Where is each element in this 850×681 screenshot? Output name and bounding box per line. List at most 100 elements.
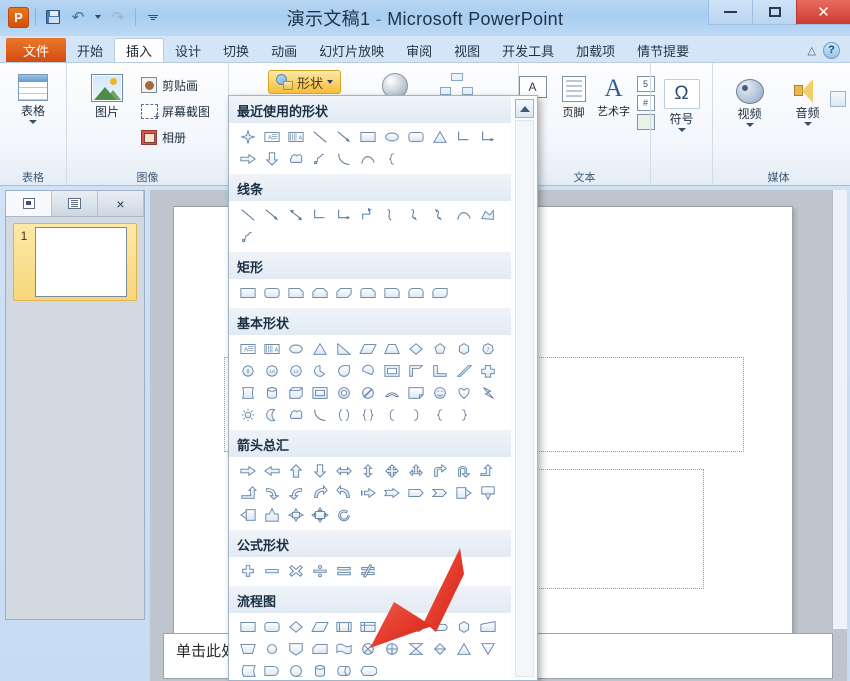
shape-flowchart-collate[interactable] xyxy=(404,638,428,660)
tab-insert[interactable]: 插入 xyxy=(114,38,164,62)
shape-plus-sign[interactable] xyxy=(236,560,260,582)
shape-bevel[interactable] xyxy=(308,382,332,404)
shape-rounded-rectangle[interactable] xyxy=(260,282,284,304)
tab-animations[interactable]: 动画 xyxy=(260,38,308,62)
shape-flowchart-manual-operation[interactable] xyxy=(236,638,260,660)
shape-decagon[interactable]: 10 xyxy=(260,360,284,382)
shape-left-brace[interactable] xyxy=(428,404,452,426)
shape-hexagon[interactable] xyxy=(452,338,476,360)
shape-u-turn-arrow[interactable] xyxy=(452,460,476,482)
shape-half-frame[interactable] xyxy=(404,360,428,382)
shape-right-bracket[interactable] xyxy=(404,404,428,426)
shape-4-point-star[interactable] xyxy=(236,126,260,148)
shape-snip-diagonal-corner-rectangle[interactable] xyxy=(332,282,356,304)
shape-folded-corner[interactable] xyxy=(404,382,428,404)
shape-flowchart-predefined-process[interactable] xyxy=(332,616,356,638)
shape-smiley-face[interactable] xyxy=(428,382,452,404)
tab-slides[interactable] xyxy=(6,191,52,216)
shape-moon[interactable] xyxy=(260,404,284,426)
ribbon-collapse-icon[interactable] xyxy=(830,91,846,107)
shape-snip-same-side-corner-rectangle[interactable] xyxy=(308,282,332,304)
shape-rounded-rectangle[interactable] xyxy=(404,126,428,148)
shape-right-brace[interactable] xyxy=(452,404,476,426)
shape-up-arrow-callout[interactable] xyxy=(260,504,284,526)
vertical-scrollbar[interactable] xyxy=(832,190,847,629)
tab-review[interactable]: 审阅 xyxy=(395,38,443,62)
shapes-button[interactable]: 形状 xyxy=(268,70,341,94)
shape-can[interactable] xyxy=(260,382,284,404)
shape-curve[interactable] xyxy=(452,204,476,226)
shape-flowchart-terminator[interactable] xyxy=(428,616,452,638)
shape-up-arrow[interactable] xyxy=(284,460,308,482)
shape-line[interactable] xyxy=(308,126,332,148)
shape-plaque[interactable] xyxy=(236,382,260,404)
picture-button[interactable]: 图片 xyxy=(78,70,136,120)
shape-diamond[interactable] xyxy=(404,338,428,360)
shape-elbow-connector[interactable] xyxy=(452,126,476,148)
shape-double-bracket[interactable] xyxy=(332,404,356,426)
shape-flowchart-decision[interactable] xyxy=(284,616,308,638)
shape-sun[interactable] xyxy=(236,404,260,426)
shape-left-bracket[interactable] xyxy=(380,404,404,426)
shape-chord[interactable] xyxy=(356,360,380,382)
chevron-down-icon[interactable] xyxy=(29,120,37,124)
dropdown-scrollbar-track[interactable] xyxy=(515,120,534,677)
shape-vertical-text-box[interactable]: A xyxy=(260,338,284,360)
wordart-button[interactable]: A 艺术字 xyxy=(597,73,631,121)
tab-storyboarding[interactable]: 情节提要 xyxy=(626,38,700,62)
shape-curved-up-arrow[interactable] xyxy=(308,482,332,504)
tab-file[interactable]: 文件 xyxy=(6,38,66,62)
chevron-down-icon[interactable] xyxy=(678,128,686,132)
shape-left-arrow-callout[interactable] xyxy=(236,504,260,526)
shape-not-equal-sign[interactable] xyxy=(356,560,380,582)
shape-left-brace[interactable] xyxy=(380,148,404,170)
shape-elbow-arrow[interactable] xyxy=(332,204,356,226)
shape-curve[interactable] xyxy=(356,148,380,170)
shape-rectangle[interactable] xyxy=(356,126,380,148)
header-footer-button[interactable]: 页脚 xyxy=(557,73,591,120)
shape-diagonal-stripe[interactable] xyxy=(452,360,476,382)
shape-minus-sign[interactable] xyxy=(260,560,284,582)
tab-transitions[interactable]: 切换 xyxy=(212,38,260,62)
chevron-down-icon[interactable] xyxy=(327,80,333,84)
shape-snip-and-round-single-corner-rectangle[interactable] xyxy=(356,282,380,304)
shape-round-diagonal-corner-rectangle[interactable] xyxy=(428,282,452,304)
tab-design[interactable]: 设计 xyxy=(164,38,212,62)
shape-left-up-arrow[interactable] xyxy=(476,460,500,482)
shape-curved-right-arrow[interactable] xyxy=(260,482,284,504)
tab-developer[interactable]: 开发工具 xyxy=(491,38,565,62)
shape-flowchart-off-page-connector[interactable] xyxy=(284,638,308,660)
shape-cross-arrow-callout[interactable] xyxy=(284,504,308,526)
shape-vertical-text-box[interactable]: A xyxy=(284,126,308,148)
shape-right-triangle[interactable] xyxy=(332,338,356,360)
shape-rectangle[interactable] xyxy=(236,282,260,304)
shape-isosceles-triangle[interactable] xyxy=(428,126,452,148)
shape-right-arrow-callout[interactable] xyxy=(452,482,476,504)
screenshot-button[interactable]: 屏幕截图 xyxy=(138,98,217,124)
chevron-down-icon[interactable] xyxy=(804,122,812,126)
shape-pentagon-arrow[interactable] xyxy=(404,482,428,504)
audio-button[interactable]: 音频 xyxy=(785,75,831,126)
shape-frame[interactable] xyxy=(380,360,404,382)
shape-l-shape[interactable] xyxy=(428,360,452,382)
shape-parallelogram[interactable] xyxy=(356,338,380,360)
shape-flowchart-display[interactable] xyxy=(356,660,380,681)
shape-flowchart-internal-storage[interactable] xyxy=(356,616,380,638)
shape-scribble[interactable] xyxy=(308,148,332,170)
symbol-button[interactable]: Ω 符号 xyxy=(657,75,707,132)
shape-line[interactable] xyxy=(236,204,260,226)
close-button[interactable]: ✕ xyxy=(796,0,850,25)
shape-dodecagon[interactable]: 12 xyxy=(284,360,308,382)
shape-heart[interactable] xyxy=(452,382,476,404)
video-button[interactable]: 视频 xyxy=(727,75,773,127)
shape-left-right-up-arrow[interactable] xyxy=(404,460,428,482)
shape-curved-arrow-connector[interactable] xyxy=(404,204,428,226)
photo-album-button[interactable]: 相册 xyxy=(138,124,217,150)
shape-left-right-arrow[interactable] xyxy=(332,460,356,482)
collapse-ribbon-icon[interactable]: △ xyxy=(808,44,816,57)
shape-cloud[interactable] xyxy=(284,148,308,170)
shape-isosceles-triangle[interactable] xyxy=(308,338,332,360)
shape-elbow-arrow-connector[interactable] xyxy=(476,126,500,148)
shape-octagon[interactable]: 8 xyxy=(236,360,260,382)
shape-text-box[interactable]: A xyxy=(260,126,284,148)
